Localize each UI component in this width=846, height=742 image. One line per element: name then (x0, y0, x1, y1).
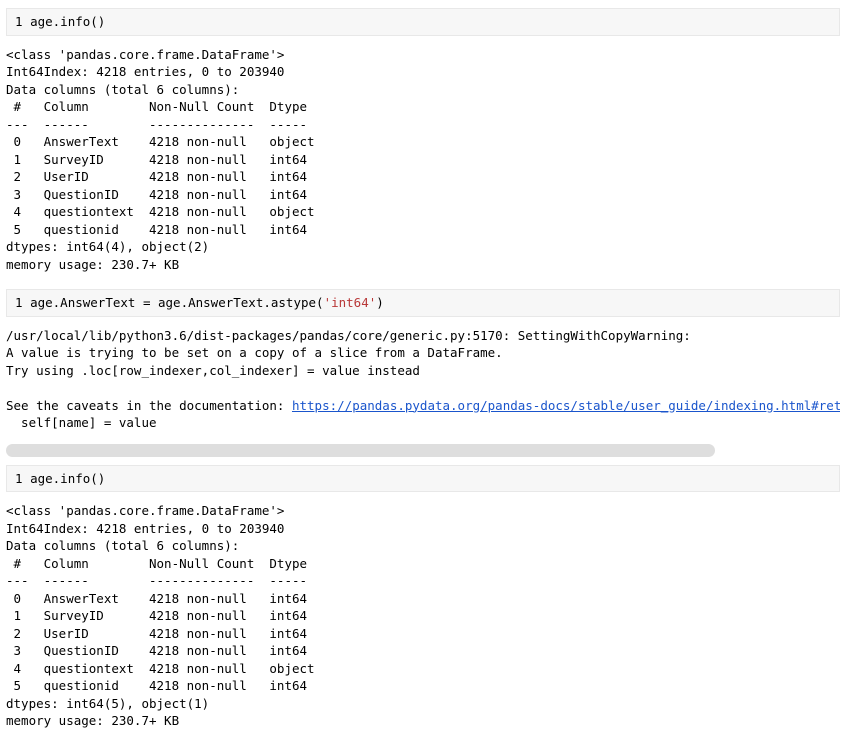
input-cell-1[interactable]: 1 age.info() (6, 8, 840, 36)
input-cell-2[interactable]: 1 age.AnswerText = age.AnswerText.astype… (6, 289, 840, 317)
warning-text-post: self[name] = value (6, 415, 157, 430)
output-cell-1: <class 'pandas.core.frame.DataFrame'> In… (6, 44, 840, 284)
cell-code-suffix: ) (376, 295, 384, 310)
cell-code-prefix: age.AnswerText = age.AnswerText.astype( (30, 295, 324, 310)
output-cell-3: <class 'pandas.core.frame.DataFrame'> In… (6, 500, 840, 740)
cell-lineno: 1 (15, 295, 23, 310)
cell-code: age.info() (30, 471, 105, 486)
horizontal-scrollbar[interactable] (6, 444, 840, 457)
cell-lineno: 1 (15, 471, 23, 486)
cell-code-string: 'int64' (324, 295, 377, 310)
output-cell-2: /usr/local/lib/python3.6/dist-packages/p… (6, 325, 840, 442)
cell-code: age.info() (30, 14, 105, 29)
cell-lineno: 1 (15, 14, 23, 29)
input-cell-3[interactable]: 1 age.info() (6, 465, 840, 493)
scrollbar-thumb[interactable] (6, 444, 715, 457)
docs-link[interactable]: https://pandas.pydata.org/pandas-docs/st… (292, 398, 840, 413)
